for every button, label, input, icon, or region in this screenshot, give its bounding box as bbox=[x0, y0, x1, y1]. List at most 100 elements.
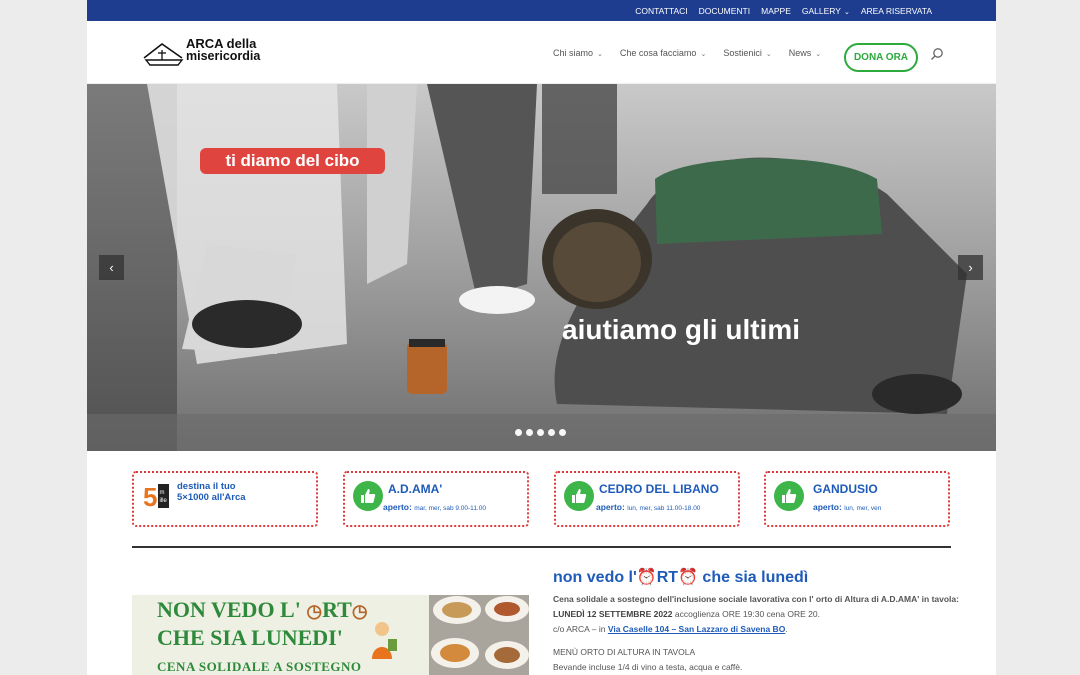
box-hours: aperto: lun, mer, ven bbox=[813, 502, 881, 512]
article-featured-image[interactable]: NON VEDO L' ◷RT◷ CHE SIA LUNEDI' CENA SO… bbox=[132, 595, 529, 675]
nav-che-cosa-facciamo[interactable]: Che cosa facciamo ⌄ bbox=[620, 48, 706, 58]
nav-chi-siamo[interactable]: Chi siamo ⌄ bbox=[553, 48, 603, 58]
logo-line2: misericordia bbox=[186, 49, 261, 63]
slider-dots bbox=[515, 429, 566, 436]
topnav-label: GALLERY bbox=[801, 5, 841, 16]
article-date: LUNEDÌ 12 SETTEMBRE 2022 bbox=[553, 609, 673, 619]
title-part: RT bbox=[656, 569, 679, 586]
search-icon[interactable] bbox=[930, 47, 944, 61]
topnav-label: MAPPE bbox=[761, 5, 791, 16]
nav-label: News bbox=[788, 47, 812, 58]
article-paragraph: c/o ARCA – in Via Caselle 104 – San Lazz… bbox=[553, 624, 788, 634]
article-text: accoglienza ORE 19:30 cena ORE 20. bbox=[672, 609, 820, 619]
site-logo[interactable]: ARCA della misericordia bbox=[142, 37, 262, 68]
topnav-label: CONTATTACI bbox=[635, 5, 688, 16]
topnav-gallery[interactable]: GALLERY ⌄ bbox=[802, 6, 850, 16]
thumbs-up-icon bbox=[564, 481, 594, 511]
promo-line3: CENA SOLIDALE A SOSTEGNO bbox=[157, 659, 362, 674]
hero-photo bbox=[87, 84, 996, 451]
hours-text: lun, mer, sab 11.00-18.00 bbox=[627, 505, 701, 512]
chevron-down-icon: ⌄ bbox=[597, 50, 603, 58]
article-title[interactable]: non vedo l'⏰RT⏰ che sia lunedì bbox=[553, 567, 808, 587]
chevron-down-icon: ⌄ bbox=[765, 50, 772, 58]
box-gandusio[interactable]: GANDUSIO aperto: lun, mer, ven bbox=[764, 471, 950, 527]
main-nav: Chi siamo ⌄ Che cosa facciamo ⌄ Sostienici… bbox=[553, 21, 821, 84]
article-text: . bbox=[785, 624, 788, 634]
five-per-mille-icon: 5 m ille bbox=[141, 480, 171, 512]
ark-icon bbox=[143, 43, 184, 66]
thumbs-up-icon bbox=[353, 481, 383, 511]
farmer-illustration bbox=[372, 622, 397, 659]
box-5x1000-text: destina il tuo 5×1000 all'Arca bbox=[177, 481, 246, 503]
promo-text: NON VEDO L' bbox=[157, 597, 307, 622]
box-hours: aperto: lun, mer, sab 11.00-18.00 bbox=[596, 502, 700, 512]
nav-label: Che cosa facciamo bbox=[619, 47, 697, 58]
open-label: aperto: bbox=[813, 502, 842, 512]
slider-dot[interactable] bbox=[526, 429, 533, 436]
promo-line1: NON VEDO L' ◷RT◷ bbox=[157, 597, 368, 623]
title-part: non vedo l' bbox=[553, 569, 637, 586]
box-line: destina il tuo bbox=[177, 481, 236, 492]
article-text: c/o ARCA – in bbox=[553, 624, 608, 634]
box-5x1000[interactable]: 5 m ille destina il tuo 5×1000 all'Arca bbox=[132, 471, 318, 527]
food-photo bbox=[429, 595, 529, 675]
nav-news[interactable]: News ⌄ bbox=[789, 48, 821, 58]
top-bar: CONTATTACI DOCUMENTI MAPPE GALLERY ⌄ AREA… bbox=[87, 0, 996, 21]
clock-icon: ⏰ bbox=[636, 569, 657, 586]
chevron-right-icon: › bbox=[968, 260, 973, 275]
section-divider bbox=[132, 546, 951, 548]
box-line: 5×1000 all'Arca bbox=[177, 492, 246, 503]
nav-label: Sostienici bbox=[723, 47, 762, 58]
chevron-left-icon: ‹ bbox=[109, 260, 114, 275]
box-hours: aperto: mar, mer, sab 9.00-11.00 bbox=[383, 502, 486, 512]
slider-dot[interactable] bbox=[537, 429, 544, 436]
hero-slider: ti diamo del cibo aiutiamo gli ultimi ‹ … bbox=[87, 84, 996, 451]
topnav-documenti[interactable]: DOCUMENTI bbox=[699, 6, 750, 16]
slider-dot[interactable] bbox=[515, 429, 522, 436]
box-title: CEDRO DEL LIBANO bbox=[599, 482, 719, 496]
thumbs-up-icon bbox=[774, 481, 804, 511]
box-cedro-del-libano[interactable]: CEDRO DEL LIBANO aperto: lun, mer, sab 1… bbox=[554, 471, 740, 527]
article-paragraph: Cena solidale a sostegno dell'inclusione… bbox=[553, 594, 959, 604]
topnav-area-riservata[interactable]: AREA RISERVATA bbox=[861, 6, 932, 16]
nav-sostienici[interactable]: Sostienici ⌄ bbox=[723, 48, 771, 58]
hours-text: lun, mer, ven bbox=[844, 505, 882, 512]
open-label: aperto: bbox=[383, 502, 412, 512]
donate-button[interactable]: DONA ORA bbox=[844, 43, 918, 72]
clock-icon: ◷ bbox=[306, 601, 323, 621]
slide-tagline: ti diamo del cibo bbox=[200, 148, 385, 174]
chevron-down-icon: ⌄ bbox=[700, 50, 707, 58]
topnav-label: AREA RISERVATA bbox=[860, 5, 932, 16]
promo-text: RT bbox=[322, 597, 352, 622]
box-adama[interactable]: A.D.AMA' aperto: mar, mer, sab 9.00-11.0… bbox=[343, 471, 529, 527]
slider-prev-button[interactable]: ‹ bbox=[99, 255, 124, 280]
box-title: GANDUSIO bbox=[813, 482, 878, 496]
clock-icon: ◷ bbox=[351, 601, 368, 621]
article-paragraph: MENÙ ORTO DI ALTURA IN TAVOLA bbox=[553, 647, 696, 657]
site-header: ARCA della misericordia Chi siamo ⌄ Che c… bbox=[87, 21, 996, 84]
article-paragraph: Bevande incluse 1/4 di vino a testa, acq… bbox=[553, 662, 743, 672]
svg-text:ille: ille bbox=[160, 498, 168, 504]
topnav-mappe[interactable]: MAPPE bbox=[761, 6, 791, 16]
logo-text: ARCA della misericordia bbox=[186, 37, 261, 63]
slide-headline: aiutiamo gli ultimi bbox=[562, 314, 801, 345]
slider-dot[interactable] bbox=[559, 429, 566, 436]
box-title: A.D.AMA' bbox=[388, 482, 443, 496]
hours-text: mar, mer, sab 9.00-11.00 bbox=[414, 505, 486, 512]
nav-label: Chi siamo bbox=[553, 47, 594, 58]
clock-icon: ⏰ bbox=[678, 569, 698, 586]
title-part: che sia lunedì bbox=[697, 569, 809, 586]
top-nav: CONTATTACI DOCUMENTI MAPPE GALLERY ⌄ AREA… bbox=[635, 0, 932, 21]
slider-dot[interactable] bbox=[548, 429, 555, 436]
article-paragraph: LUNEDÌ 12 SETTEMBRE 2022 accoglienza ORE… bbox=[553, 609, 820, 619]
promo-line2: CHE SIA LUNEDI' bbox=[157, 625, 343, 650]
topnav-label: DOCUMENTI bbox=[698, 5, 751, 16]
chevron-down-icon: ⌄ bbox=[843, 8, 850, 16]
chevron-down-icon: ⌄ bbox=[815, 50, 822, 58]
address-link[interactable]: Via Caselle 104 – San Lazzaro di Savena … bbox=[608, 624, 786, 634]
page: CONTATTACI DOCUMENTI MAPPE GALLERY ⌄ AREA… bbox=[87, 0, 996, 675]
topnav-contattaci[interactable]: CONTATTACI bbox=[635, 6, 687, 16]
open-label: aperto: bbox=[596, 502, 625, 512]
svg-text:5: 5 bbox=[143, 482, 157, 512]
slider-next-button[interactable]: › bbox=[958, 255, 983, 280]
